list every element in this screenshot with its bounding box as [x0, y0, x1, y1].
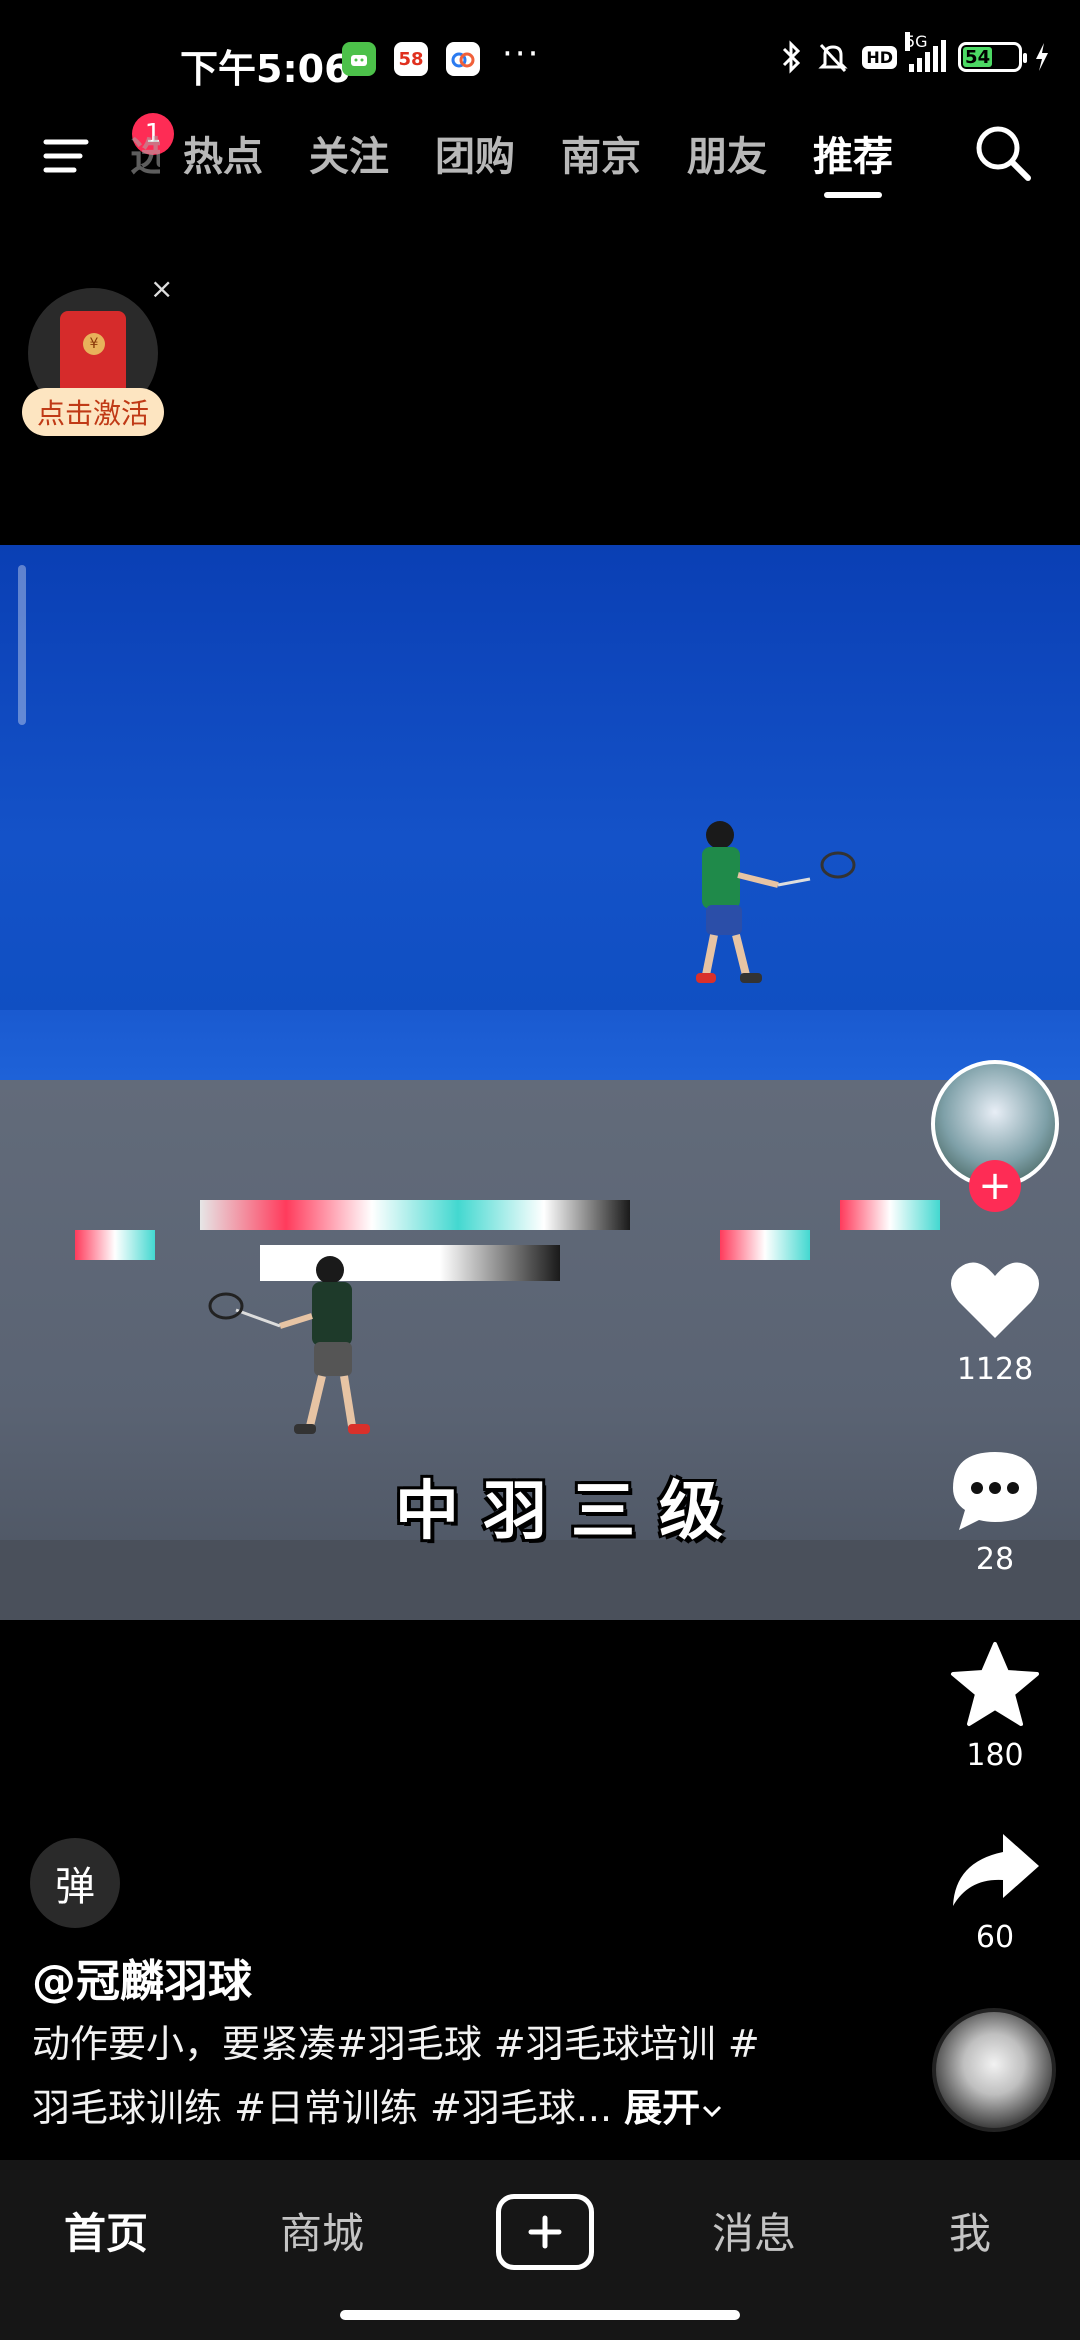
author-name[interactable]: @冠麟羽球 — [32, 1945, 252, 2009]
desc-line-1: 动作要小，要紧凑#羽毛球 #羽毛球培训 # — [32, 2022, 760, 2066]
video-scene-blue-court — [0, 545, 1080, 1080]
create-button[interactable] — [496, 2194, 594, 2270]
plus-icon — [528, 2215, 562, 2249]
status-time: 下午5:06 — [180, 47, 351, 91]
red-packet-label[interactable]: 点击激活 — [22, 388, 164, 436]
battery-level: 54 — [963, 47, 993, 68]
red-packet-close-button[interactable]: × — [150, 272, 173, 305]
desc-line-2: 羽毛球训练 #日常训练 #羽毛球... 展开 — [32, 2076, 832, 2140]
charging-icon — [1036, 43, 1048, 71]
favorite-count: 180 — [966, 1738, 1024, 1773]
mute-bell-icon — [818, 43, 848, 73]
nav-messages[interactable]: 消息 — [674, 2200, 834, 2261]
tab-hot[interactable]: 热点 — [160, 124, 286, 182]
hd-badge: HD — [862, 45, 897, 69]
menu-icon — [43, 139, 89, 173]
favorite-button[interactable]: 180 — [925, 1640, 1065, 1773]
cloud-app-icon — [446, 42, 480, 76]
follow-button[interactable]: + — [969, 1160, 1021, 1212]
share-count: 60 — [975, 1920, 1015, 1955]
expand-button[interactable]: 展开 — [624, 2086, 724, 2130]
nav-tabs: 选 热点 关注 团购 南京 朋友 推荐 — [130, 124, 916, 198]
status-app-icons: 58 — [342, 42, 480, 76]
tab-partial[interactable]: 选 — [130, 124, 160, 182]
nav-me[interactable]: 我 — [890, 2200, 1050, 2261]
search-button[interactable] — [970, 120, 1036, 186]
like-button[interactable]: 1128 — [925, 1258, 1065, 1387]
battery-icon: 54 — [958, 42, 1027, 72]
glitch-effect — [200, 1200, 630, 1230]
nav-mall[interactable]: 商城 — [242, 2200, 402, 2261]
top-nav: 1 选 热点 关注 团购 南京 朋友 推荐 — [0, 113, 1080, 230]
court-floor — [0, 1010, 1080, 1080]
tab-friends[interactable]: 朋友 — [664, 124, 790, 182]
tab-nanjing[interactable]: 南京 — [538, 124, 664, 182]
tab-following[interactable]: 关注 — [286, 124, 412, 182]
app-58-icon: 58 — [394, 42, 428, 76]
network-label: 5G — [905, 32, 928, 51]
signal-icon: 5G — [905, 32, 946, 72]
nav-home[interactable]: 首页 — [26, 2200, 186, 2261]
comment-button[interactable]: 28 — [925, 1448, 1065, 1577]
home-indicator — [340, 2310, 740, 2320]
heart-icon — [951, 1262, 1039, 1338]
danmu-toggle-button[interactable]: 弹 — [30, 1838, 120, 1928]
video-scrollbar — [18, 565, 26, 725]
tab-group-buy[interactable]: 团购 — [412, 124, 538, 182]
video-player[interactable]: 中羽三级 — [0, 545, 1080, 1620]
search-icon — [976, 126, 1031, 181]
red-envelope-icon — [60, 311, 126, 395]
comment-icon — [953, 1452, 1037, 1530]
share-arrow-icon — [953, 1834, 1039, 1906]
bluetooth-icon — [783, 40, 801, 74]
glitch-effect — [75, 1230, 155, 1260]
video-scene-grey-court: 中羽三级 — [0, 1080, 1080, 1620]
red-packet-widget[interactable]: 点击激活 — [22, 288, 164, 448]
share-button[interactable]: 60 — [925, 1830, 1065, 1955]
android-app-icon — [342, 42, 376, 76]
comment-count: 28 — [975, 1542, 1015, 1577]
video-overlay-caption: 中羽三级 — [395, 1475, 747, 1549]
more-notifications-icon: ··· — [502, 34, 541, 74]
glitch-effect — [840, 1200, 940, 1230]
desc-line-2-text: 羽毛球训练 #日常训练 #羽毛球... — [32, 2086, 613, 2130]
menu-button[interactable]: 1 — [40, 113, 174, 192]
glitch-effect — [720, 1230, 810, 1260]
music-disc[interactable] — [932, 2008, 1056, 2132]
court-floor-grey — [0, 1540, 1080, 1620]
post-description[interactable]: 动作要小，要紧凑#羽毛球 #羽毛球培训 # 羽毛球训练 #日常训练 #羽毛球..… — [32, 2012, 832, 2140]
bottom-nav: 首页 商城 消息 我 — [0, 2160, 1080, 2340]
status-indicators: HD 5G 54 — [780, 32, 1050, 74]
tab-recommend[interactable]: 推荐 — [790, 124, 916, 198]
player-figure-top — [696, 821, 856, 983]
chevron-down-icon — [703, 2105, 722, 2118]
star-icon — [951, 1642, 1039, 1726]
status-bar: 下午5:06 58 ··· HD 5G 54 — [0, 0, 1080, 120]
player-figure-bottom — [208, 1256, 370, 1434]
like-count: 1128 — [956, 1352, 1034, 1387]
expand-label: 展开 — [624, 2086, 701, 2130]
